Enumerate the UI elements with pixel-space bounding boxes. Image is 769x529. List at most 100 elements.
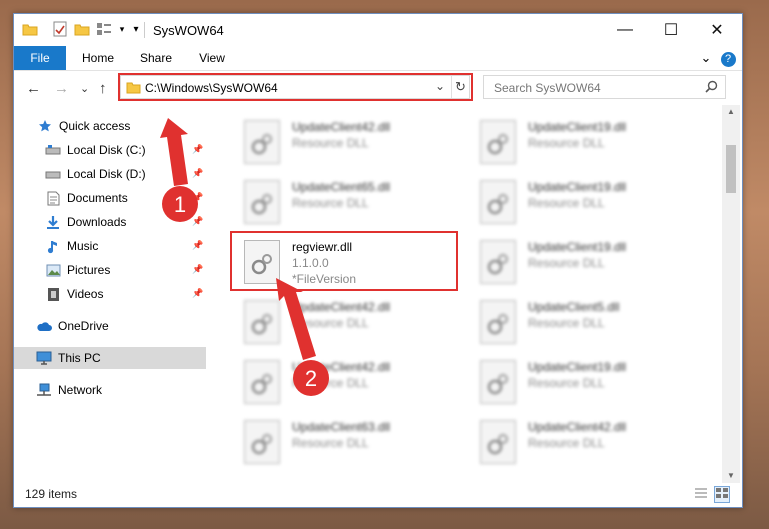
sidebar-item-network[interactable]: Network xyxy=(14,379,206,401)
sidebar-label: Quick access xyxy=(59,119,131,133)
sidebar-label: Documents xyxy=(67,191,128,205)
navigation-pane: Quick access Local Disk (C:) 📌 Local Dis… xyxy=(14,111,206,476)
dll-file-icon xyxy=(244,420,280,464)
tab-share[interactable]: Share xyxy=(132,46,180,70)
file-name: UpdateClient19.dll xyxy=(528,180,627,194)
file-description: Resource DLL xyxy=(528,256,605,270)
search-icon[interactable] xyxy=(705,80,718,96)
sidebar-item-videos[interactable]: Videos 📌 xyxy=(14,283,206,305)
sidebar-label: Local Disk (D:) xyxy=(67,167,146,181)
details-view-icon[interactable] xyxy=(694,487,708,502)
videos-icon xyxy=(45,286,61,302)
item-count: 129 items xyxy=(25,487,78,501)
scrollbar-thumb[interactable] xyxy=(726,145,736,193)
up-button[interactable]: ↑ xyxy=(99,80,107,97)
tab-home[interactable]: Home xyxy=(74,46,122,70)
pin-icon[interactable]: 📌 xyxy=(192,288,203,299)
file-name: UpdateClient42.dll xyxy=(292,360,391,374)
scroll-up-icon[interactable]: ▲ xyxy=(727,107,735,116)
sidebar-item-onedrive[interactable]: OneDrive xyxy=(14,315,206,337)
file-name: UpdateClient19.dll xyxy=(528,360,627,374)
sidebar-item-documents[interactable]: Documents 📌 xyxy=(14,187,206,209)
file-item[interactable]: UpdateClient42.dll Resource DLL xyxy=(466,416,686,468)
sidebar-label: Network xyxy=(58,383,103,397)
file-highlight xyxy=(230,231,458,291)
dll-file-icon xyxy=(480,240,516,284)
tab-file[interactable]: File xyxy=(14,46,66,70)
title-divider xyxy=(144,22,145,38)
sidebar-item-downloads[interactable]: Downloads 📌 xyxy=(14,211,206,233)
pin-icon[interactable]: 📌 xyxy=(192,264,203,275)
sidebar-item-music[interactable]: Music 📌 xyxy=(14,235,206,257)
sidebar-label: Videos xyxy=(67,287,104,301)
file-name: UpdateClient19.dll xyxy=(528,120,627,134)
file-description: Resource DLL xyxy=(528,196,605,210)
dll-file-icon xyxy=(244,180,280,224)
file-item[interactable]: UpdateClient42.dll Resource DLL xyxy=(230,296,450,348)
file-item[interactable]: UpdateClient42.dll Resource DLL xyxy=(230,356,450,408)
tab-view[interactable]: View xyxy=(190,46,234,70)
sidebar-item-pictures[interactable]: Pictures 📌 xyxy=(14,259,206,281)
file-name: UpdateClient63.dll xyxy=(292,420,391,434)
vertical-scrollbar[interactable]: ▲ ▼ xyxy=(722,105,740,483)
dll-file-icon xyxy=(480,420,516,464)
recent-locations-button[interactable]: ⌄ xyxy=(80,82,89,95)
file-name: UpdateClient5.dll xyxy=(528,300,620,314)
file-description: Resource DLL xyxy=(292,196,369,210)
expand-ribbon-icon[interactable]: ⌄ xyxy=(698,46,714,70)
search-box[interactable]: Search SysWOW64 xyxy=(483,75,726,99)
sidebar-label: Downloads xyxy=(67,215,127,229)
pin-icon[interactable]: 📌 xyxy=(192,144,203,155)
properties-icon[interactable] xyxy=(52,21,68,37)
back-button[interactable]: ← xyxy=(26,80,41,97)
ribbon: File Home Share View ⌄ ? xyxy=(14,46,742,71)
help-button[interactable]: ? xyxy=(720,46,736,70)
file-name: UpdateClient65.dll xyxy=(292,180,391,194)
customize-toolbar-icon[interactable]: ▾ xyxy=(128,21,144,37)
minimize-button[interactable]: — xyxy=(602,14,648,45)
file-item[interactable]: UpdateClient5.dll Resource DLL xyxy=(466,296,686,348)
pin-icon[interactable]: 📌 xyxy=(192,168,203,179)
scroll-down-icon[interactable]: ▼ xyxy=(727,471,735,480)
file-description: Resource DLL xyxy=(292,316,369,330)
downloads-icon xyxy=(45,214,61,230)
pin-icon[interactable]: 📌 xyxy=(192,240,203,251)
sidebar-label: Pictures xyxy=(67,263,111,277)
file-name: UpdateClient19.dll xyxy=(528,240,627,254)
dll-file-icon xyxy=(480,360,516,404)
tiles-view-icon[interactable] xyxy=(714,486,730,503)
forward-button[interactable]: → xyxy=(54,80,69,97)
file-item[interactable]: UpdateClient19.dll Resource DLL xyxy=(466,236,686,288)
navigation-bar: ← → ⌄ ↑ C:\Windows\SysWOW64 ⌄ ↻ Search S… xyxy=(14,71,742,105)
drive-icon xyxy=(45,166,61,182)
file-item[interactable]: UpdateClient19.dll Resource DLL xyxy=(466,176,686,228)
pin-icon[interactable]: 📌 xyxy=(192,192,203,203)
maximize-button[interactable]: ☐ xyxy=(648,14,694,45)
file-description: Resource DLL xyxy=(528,136,605,150)
file-item[interactable]: UpdateClient42.dll Resource DLL xyxy=(230,116,450,168)
star-icon xyxy=(37,118,53,134)
status-bar: 129 items xyxy=(14,482,742,506)
sidebar-item-local-disk-c[interactable]: Local Disk (C:) 📌 xyxy=(14,139,206,161)
file-description: Resource DLL xyxy=(292,376,369,390)
dll-file-icon xyxy=(480,180,516,224)
file-item[interactable]: UpdateClient65.dll Resource DLL xyxy=(230,176,450,228)
new-folder-icon[interactable] xyxy=(74,21,90,37)
music-icon xyxy=(45,238,61,254)
help-icon: ? xyxy=(720,52,736,67)
file-item[interactable]: UpdateClient63.dll Resource DLL xyxy=(230,416,450,468)
pin-icon[interactable]: 📌 xyxy=(192,216,203,227)
pictures-icon xyxy=(45,262,61,278)
cloud-icon xyxy=(36,318,52,334)
sidebar-item-this-pc[interactable]: This PC xyxy=(14,347,206,369)
sidebar-item-local-disk-d[interactable]: Local Disk (D:) 📌 xyxy=(14,163,206,185)
file-item[interactable]: UpdateClient19.dll Resource DLL xyxy=(466,356,686,408)
sidebar-item-quick-access[interactable]: Quick access xyxy=(14,115,206,137)
file-item[interactable]: UpdateClient19.dll Resource DLL xyxy=(466,116,686,168)
search-input[interactable]: Search SysWOW64 xyxy=(494,81,601,95)
view-options-icon[interactable] xyxy=(96,21,112,37)
address-highlight xyxy=(118,73,473,101)
file-name: UpdateClient42.dll xyxy=(528,420,627,434)
computer-icon xyxy=(36,350,52,366)
close-button[interactable]: ✕ xyxy=(694,14,740,45)
